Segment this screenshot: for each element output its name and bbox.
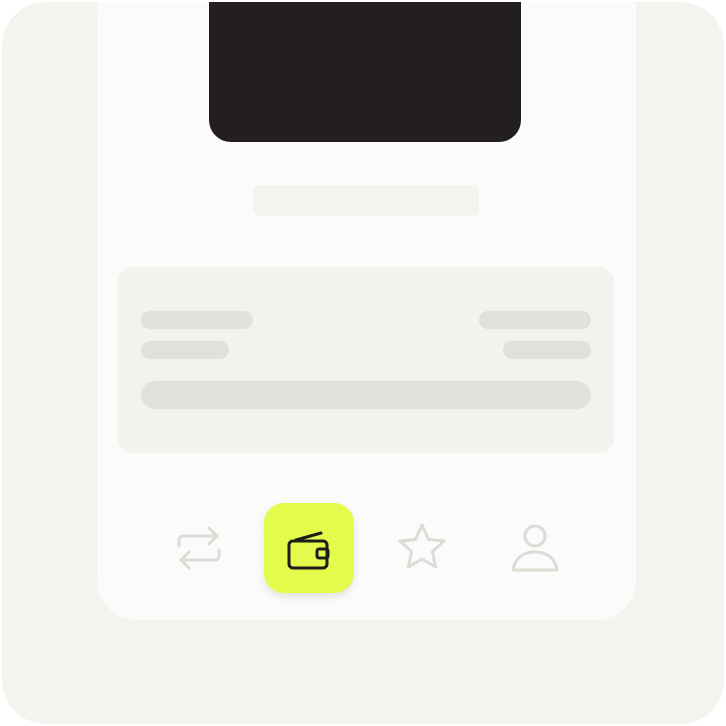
phone-notch xyxy=(209,2,521,142)
text-placeholder-right-2 xyxy=(503,341,591,359)
text-placeholder-right-1 xyxy=(479,311,591,329)
nav-item-favorites[interactable] xyxy=(377,503,467,593)
nav-item-transfer[interactable] xyxy=(154,503,244,593)
arrows-swap-icon xyxy=(177,526,221,570)
star-icon xyxy=(398,523,446,569)
phone-screen xyxy=(97,2,636,620)
text-placeholder-left-1 xyxy=(141,311,253,329)
balance-card-placeholder xyxy=(118,267,614,453)
progress-bar-placeholder xyxy=(141,381,591,409)
nav-item-wallet[interactable] xyxy=(264,503,354,593)
wallet-icon xyxy=(287,531,330,570)
bottom-navigation xyxy=(97,500,636,594)
text-placeholder-left-2 xyxy=(141,341,229,359)
nav-item-profile[interactable] xyxy=(490,503,580,593)
illustration-frame xyxy=(2,2,724,724)
title-placeholder xyxy=(253,185,479,216)
user-icon xyxy=(511,524,559,572)
